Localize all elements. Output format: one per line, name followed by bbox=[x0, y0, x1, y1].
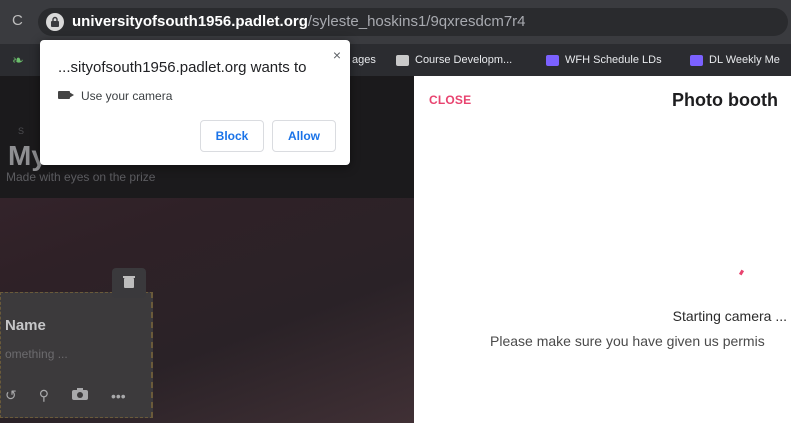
bookmark-label: Course Developm... bbox=[415, 54, 513, 66]
url-text[interactable]: universityofsouth1956.padlet.org/syleste… bbox=[72, 13, 526, 31]
camera-status: Starting camera ... bbox=[672, 308, 787, 324]
search-icon[interactable]: ⚲ bbox=[39, 387, 49, 404]
photo-booth-title: Photo booth bbox=[672, 90, 778, 110]
loading-spinner-icon bbox=[738, 269, 745, 276]
url-host: universityofsouth1956.padlet.org bbox=[72, 13, 308, 30]
post-name[interactable]: Name bbox=[5, 317, 46, 334]
close-button[interactable]: CLOSE bbox=[429, 93, 471, 107]
more-icon[interactable]: ••• bbox=[111, 388, 126, 404]
allow-button[interactable]: Allow bbox=[272, 120, 336, 152]
post-toolbar: ↺ ⚲ ••• bbox=[5, 387, 126, 404]
prompt-request: Use your camera bbox=[81, 89, 173, 103]
close-icon[interactable]: × bbox=[333, 47, 341, 63]
trash-icon bbox=[123, 276, 135, 288]
post-body-placeholder[interactable]: omething ... bbox=[5, 347, 68, 361]
bookmark-item[interactable]: Course Developm... bbox=[396, 52, 512, 68]
padlet-subtitle: Made with eyes on the prize bbox=[6, 170, 156, 184]
video-camera-icon bbox=[58, 91, 74, 99]
bookmark-label: WFH Schedule LDs bbox=[565, 54, 662, 66]
post-card[interactable]: Name omething ... ↺ ⚲ ••• bbox=[0, 292, 153, 418]
photo-booth-panel: CLOSE Photo booth Starting camera ... Pl… bbox=[414, 76, 791, 423]
folder-icon bbox=[396, 54, 409, 66]
bookmark-item[interactable]: ages bbox=[352, 52, 376, 68]
app-icon bbox=[546, 54, 559, 66]
bookmark-label: DL Weekly Me bbox=[709, 54, 780, 66]
reload-icon[interactable]: C bbox=[12, 13, 28, 29]
permission-hint: Please make sure you have given us permi… bbox=[490, 333, 765, 349]
bookmark-item[interactable]: DL Weekly Me bbox=[690, 52, 780, 68]
camera-icon[interactable] bbox=[71, 387, 89, 404]
trash-button[interactable] bbox=[112, 268, 146, 298]
bookmark-label: ages bbox=[352, 54, 376, 66]
padlet-author: S bbox=[18, 126, 25, 136]
prompt-title: ...sityofsouth1956.padlet.org wants to bbox=[58, 59, 307, 76]
browser-address-bar: C universityofsouth1956.padlet.org/syles… bbox=[0, 0, 791, 44]
app-icon bbox=[690, 54, 703, 66]
lock-icon[interactable] bbox=[46, 13, 64, 31]
link-icon[interactable]: ↺ bbox=[5, 387, 17, 404]
block-button[interactable]: Block bbox=[200, 120, 264, 152]
bookmark-item[interactable]: WFH Schedule LDs bbox=[546, 52, 662, 68]
camera-permission-prompt: ...sityofsouth1956.padlet.org wants to ×… bbox=[40, 40, 350, 165]
url-path: /syleste_hoskins1/9qxresdcm7r4 bbox=[307, 13, 526, 30]
bookmark-leaf-icon[interactable]: ❧ bbox=[12, 52, 24, 69]
